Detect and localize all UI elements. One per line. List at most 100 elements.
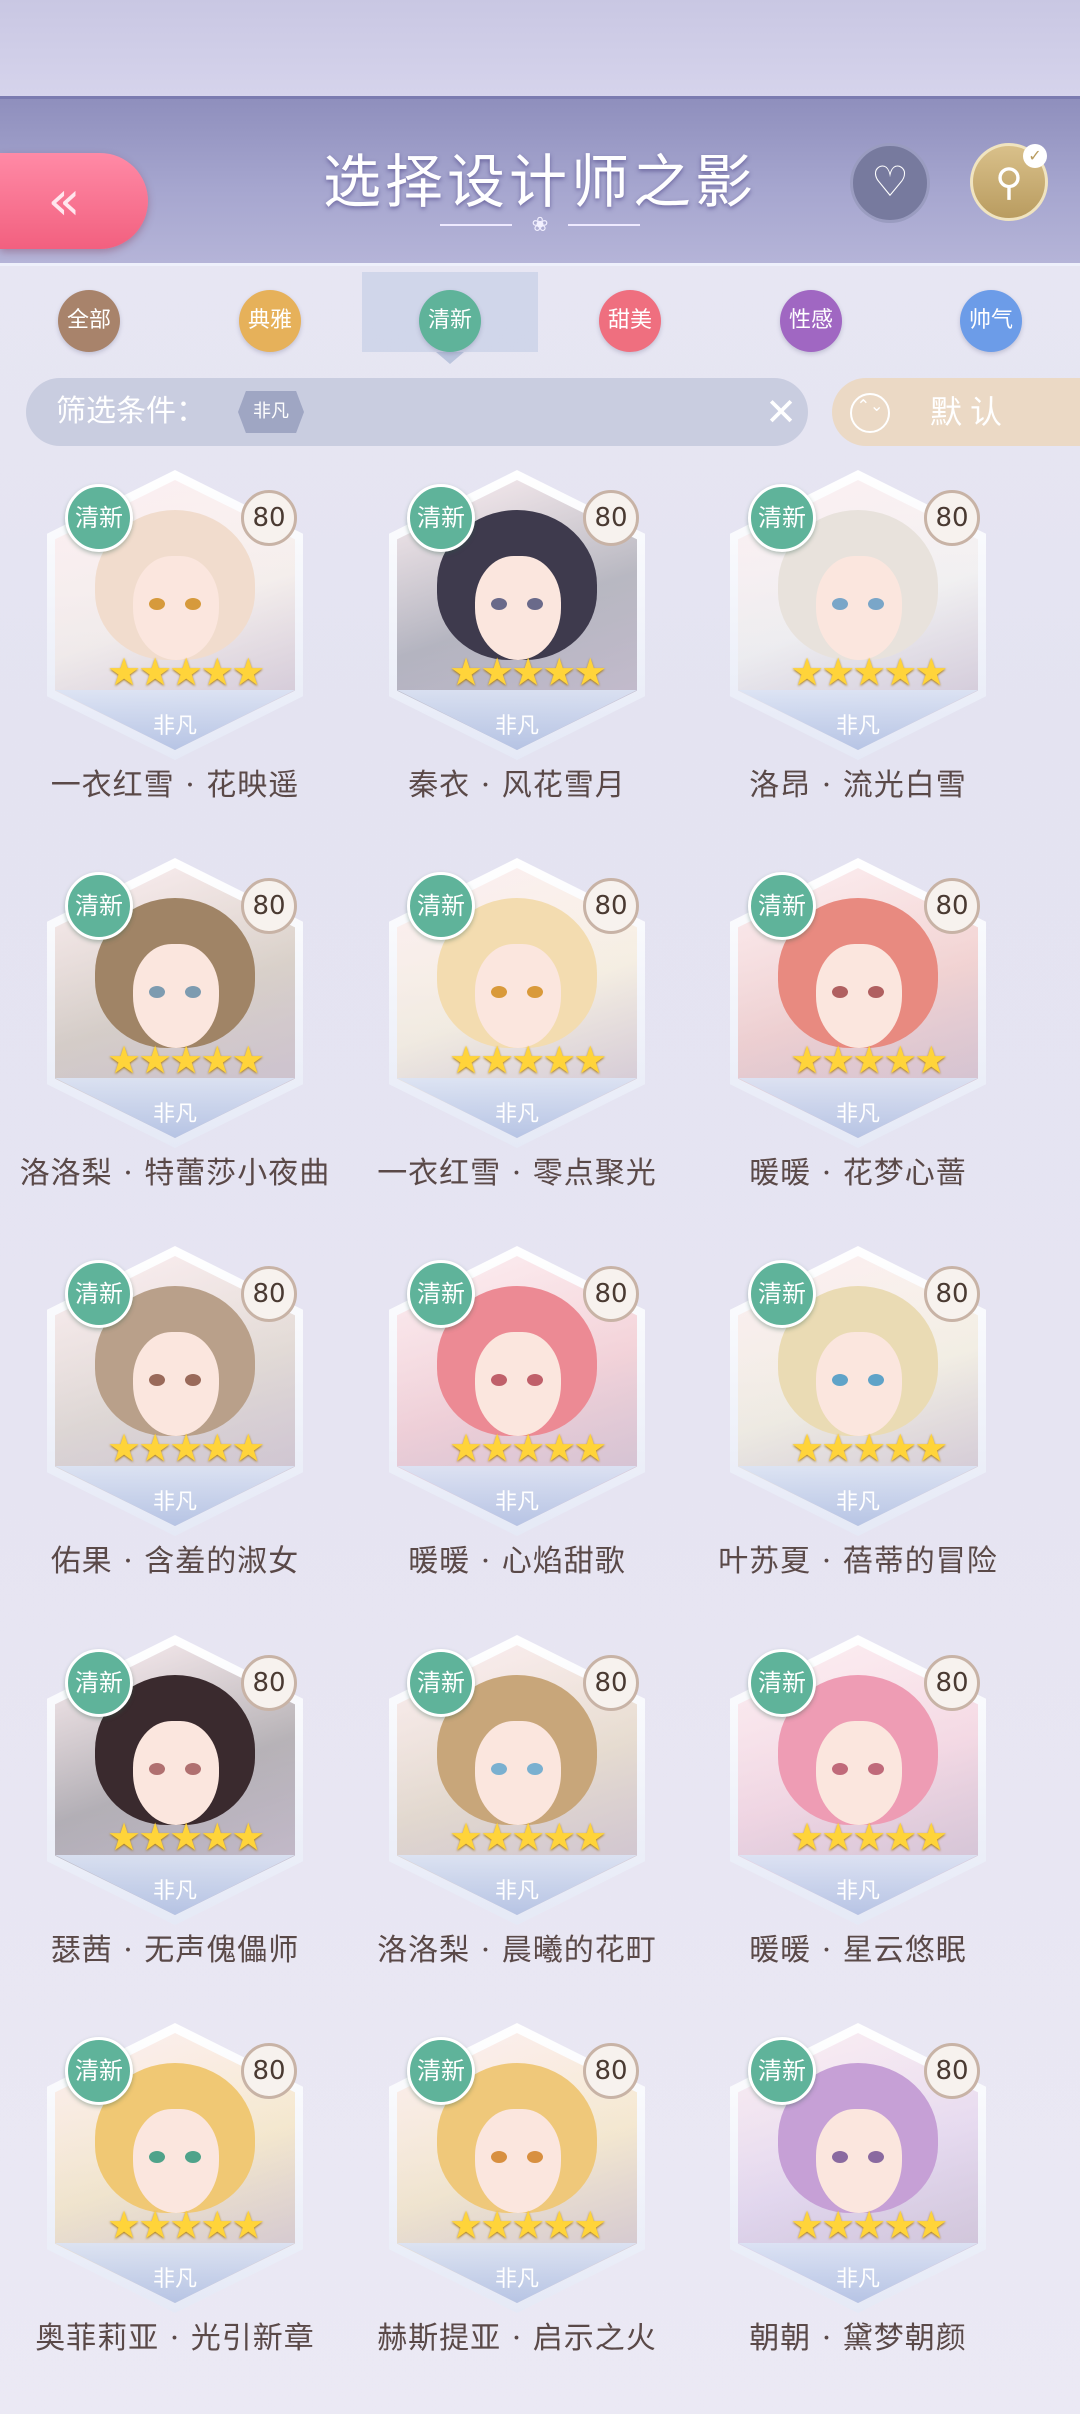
- designer-card[interactable]: 非凡 ★★★★★ 清新 80 赫斯提亚 · 启示之火: [367, 2013, 667, 2373]
- star-rating: ★★★★★: [790, 650, 948, 694]
- portrait-eye: [185, 598, 201, 610]
- designer-name: 洛昂 · 流光白雪: [749, 768, 967, 803]
- portrait-eye: [868, 598, 884, 610]
- portrait-eye: [185, 1763, 201, 1775]
- check-icon: ✓: [1023, 144, 1047, 168]
- designer-card[interactable]: 非凡 ★★★★★ 清新 80 洛昂 · 流光白雪: [708, 460, 1008, 820]
- designer-card[interactable]: 非凡 ★★★★★ 清新 80 秦衣 · 风花雪月: [367, 460, 667, 820]
- portrait-eye: [491, 2151, 507, 2163]
- portrait-eye: [185, 1374, 201, 1386]
- brand-logo: 非凡: [494, 1102, 539, 1127]
- style-badge: 清新: [65, 484, 133, 552]
- level-badge: 80: [241, 490, 297, 546]
- tab-sweet[interactable]: 甜美: [599, 290, 661, 352]
- brand-logo: 非凡: [494, 1879, 539, 1904]
- star-rating: ★★★★★: [790, 1038, 948, 1082]
- portrait-face: [475, 1721, 561, 1825]
- portrait-face: [475, 944, 561, 1048]
- designer-card[interactable]: 非凡 ★★★★★ 清新 80 一衣红雪 · 花映遥: [25, 460, 325, 820]
- level-badge: 80: [241, 1266, 297, 1322]
- star-rating: ★★★★★: [449, 1038, 607, 1082]
- portrait-eye: [491, 598, 507, 610]
- star-rating: ★★★★★: [449, 650, 607, 694]
- level-badge: 80: [583, 878, 639, 934]
- portrait-eye: [868, 1374, 884, 1386]
- brand-logo: 非凡: [835, 2267, 880, 2292]
- tab-sexy[interactable]: 性感: [780, 290, 842, 352]
- style-tabs: 全部 典雅 清新 甜美 性感 帅气: [0, 270, 1080, 355]
- portrait-face: [133, 2109, 219, 2213]
- portrait-eye: [832, 1763, 848, 1775]
- portrait-face: [816, 944, 902, 1048]
- portrait-face: [133, 1721, 219, 1825]
- filter-chip[interactable]: 非凡: [238, 391, 304, 433]
- style-badge: 清新: [65, 1649, 133, 1717]
- level-badge: 80: [583, 1655, 639, 1711]
- designer-card[interactable]: 非凡 ★★★★★ 清新 80 奥菲莉亚 · 光引新章: [25, 2013, 325, 2373]
- star-rating: ★★★★★: [107, 1038, 265, 1082]
- search-icon: ⚲: [995, 160, 1023, 204]
- brand-logo: 非凡: [835, 1102, 880, 1127]
- tab-fresh[interactable]: 清新: [419, 290, 481, 352]
- clear-filter-icon[interactable]: ✕: [760, 390, 802, 434]
- brand-logo: 非凡: [152, 2267, 197, 2292]
- star-rating: ★★★★★: [107, 1426, 265, 1470]
- star-rating: ★★★★★: [790, 1426, 948, 1470]
- portrait-eye: [527, 2151, 543, 2163]
- level-badge: 80: [241, 2043, 297, 2099]
- level-badge: 80: [924, 490, 980, 546]
- tab-elegant[interactable]: 典雅: [239, 290, 301, 352]
- portrait-eye: [527, 986, 543, 998]
- portrait-face: [133, 1332, 219, 1436]
- brand-logo: 非凡: [494, 2267, 539, 2292]
- portrait-eye: [527, 598, 543, 610]
- tab-all[interactable]: 全部: [58, 290, 120, 352]
- heart-icon: ♡: [871, 157, 909, 206]
- sky-background: [0, 0, 1080, 100]
- brand-logo: 非凡: [152, 1490, 197, 1515]
- favorite-button[interactable]: ♡: [850, 143, 930, 223]
- portrait-eye: [527, 1763, 543, 1775]
- level-badge: 80: [924, 1266, 980, 1322]
- designer-card[interactable]: 非凡 ★★★★★ 清新 80 瑟茜 · 无声傀儡师: [25, 1625, 325, 1985]
- designer-name: 一衣红雪 · 花映遥: [50, 768, 300, 803]
- portrait-eye: [868, 1763, 884, 1775]
- designer-card[interactable]: 非凡 ★★★★★ 清新 80 暖暖 · 星云悠眠: [708, 1625, 1008, 1985]
- portrait-face: [133, 944, 219, 1048]
- designer-name: 暖暖 · 星云悠眠: [749, 1933, 967, 1968]
- designer-card[interactable]: 非凡 ★★★★★ 清新 80 洛洛梨 · 特蕾莎小夜曲: [20, 848, 329, 1208]
- portrait-face: [475, 2109, 561, 2213]
- style-badge: 清新: [65, 1260, 133, 1328]
- portrait-eye: [868, 2151, 884, 2163]
- flower-ornament-icon: ❀: [440, 214, 640, 234]
- level-badge: 80: [583, 1266, 639, 1322]
- brand-logo: 非凡: [494, 714, 539, 739]
- style-badge: 清新: [748, 872, 816, 940]
- designer-card[interactable]: 非凡 ★★★★★ 清新 80 一衣红雪 · 零点聚光: [367, 848, 667, 1208]
- portrait-eye: [868, 986, 884, 998]
- portrait-face: [475, 1332, 561, 1436]
- portrait-eye: [149, 598, 165, 610]
- brand-logo: 非凡: [152, 1102, 197, 1127]
- designer-card[interactable]: 非凡 ★★★★★ 清新 80 佑果 · 含羞的淑女: [25, 1236, 325, 1596]
- designer-card[interactable]: 非凡 ★★★★★ 清新 80 叶苏夏 · 蓓蒂的冒险: [708, 1236, 1008, 1596]
- star-rating: ★★★★★: [107, 2203, 265, 2247]
- tab-cool[interactable]: 帅气: [960, 290, 1022, 352]
- portrait-eye: [527, 1374, 543, 1386]
- level-badge: 80: [583, 2043, 639, 2099]
- designer-name: 秦衣 · 风花雪月: [408, 768, 626, 803]
- star-rating: ★★★★★: [449, 1815, 607, 1859]
- designer-card[interactable]: 非凡 ★★★★★ 清新 80 暖暖 · 心焰甜歌: [367, 1236, 667, 1596]
- style-badge: 清新: [407, 872, 475, 940]
- style-badge: 清新: [407, 1649, 475, 1717]
- brand-logo: 非凡: [152, 714, 197, 739]
- sort-arrows-icon: ⌃⌄: [850, 393, 890, 433]
- designer-name: 叶苏夏 · 蓓蒂的冒险: [718, 1544, 998, 1579]
- designer-card[interactable]: 非凡 ★★★★★ 清新 80 洛洛梨 · 晨曦的花町: [367, 1625, 667, 1985]
- style-badge: 清新: [65, 2037, 133, 2105]
- brand-logo: 非凡: [835, 1879, 880, 1904]
- level-badge: 80: [924, 1655, 980, 1711]
- designer-card[interactable]: 非凡 ★★★★★ 清新 80 朝朝 · 黛梦朝颜: [708, 2013, 1008, 2373]
- designer-card[interactable]: 非凡 ★★★★★ 清新 80 暖暖 · 花梦心蔷: [708, 848, 1008, 1208]
- star-rating: ★★★★★: [790, 1815, 948, 1859]
